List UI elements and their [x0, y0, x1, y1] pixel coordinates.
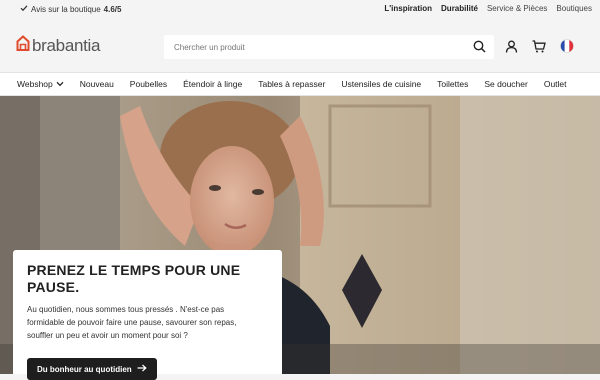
header-icons [505, 39, 574, 58]
brabantia-logo[interactable]: brabantia [16, 35, 101, 56]
search-input[interactable] [164, 41, 456, 53]
checkmark-icon [20, 4, 28, 14]
arrow-right-icon [137, 364, 147, 374]
main-navigation: Webshop Nouveau Poubelles Étendoir à lin… [0, 72, 600, 96]
link-boutiques[interactable]: Boutiques [556, 4, 592, 13]
nav-item-outlet[interactable]: Outlet [544, 79, 567, 89]
rating-value: 4.6/5 [103, 4, 122, 14]
nav-item-poubelles[interactable]: Poubelles [130, 79, 167, 89]
nav-item-label: Webshop [17, 79, 53, 89]
nav-item-se-doucher[interactable]: Se doucher [484, 79, 527, 89]
link-inspiration[interactable]: L'inspiration [384, 4, 432, 13]
hero-title: PRENEZ LE TEMPS POUR UNE PAUSE. [27, 262, 241, 295]
top-utility-bar: Avis sur la boutique 4.6/5 L'inspiration… [0, 0, 600, 18]
search-bar [164, 35, 494, 59]
nav-item-ustensiles-de-cuisine[interactable]: Ustensiles de cuisine [341, 79, 421, 89]
nav-item-etendoir[interactable]: Étendoir à linge [183, 79, 242, 89]
chevron-down-icon [56, 79, 64, 89]
nav-item-webshop[interactable]: Webshop [17, 79, 64, 89]
rating-prefix: Avis sur la boutique [31, 4, 101, 14]
store-rating[interactable]: Avis sur la boutique 4.6/5 [20, 4, 121, 14]
link-durabilite[interactable]: Durabilité [441, 4, 478, 13]
account-icon[interactable] [505, 40, 518, 58]
site-header: brabantia [0, 18, 600, 72]
hero-body: Au quotidien, nous sommes tous pressés .… [27, 305, 237, 340]
nav-item-toilettes[interactable]: Toilettes [437, 79, 468, 89]
top-links: L'inspiration Durabilité Service & Pièce… [384, 4, 592, 13]
search-icon[interactable] [473, 40, 486, 58]
hero-cta-button[interactable]: Du bonheur au quotidien [27, 358, 157, 380]
link-service-pieces[interactable]: Service & Pièces [487, 4, 547, 13]
nav-item-tables-a-repasser[interactable]: Tables à repasser [258, 79, 325, 89]
nav-item-nouveau[interactable]: Nouveau [80, 79, 114, 89]
logo-house-icon [16, 35, 30, 56]
hero-text-card: PRENEZ LE TEMPS POUR UNE PAUSE. Au quoti… [13, 250, 282, 374]
hero-banner: PRENEZ LE TEMPS POUR UNE PAUSE. Au quoti… [0, 96, 600, 374]
hero-cta-label: Du bonheur au quotidien [37, 364, 132, 374]
french-flag-icon[interactable] [560, 39, 574, 58]
cart-icon[interactable] [532, 39, 546, 58]
logo-text: brabantia [32, 35, 101, 55]
